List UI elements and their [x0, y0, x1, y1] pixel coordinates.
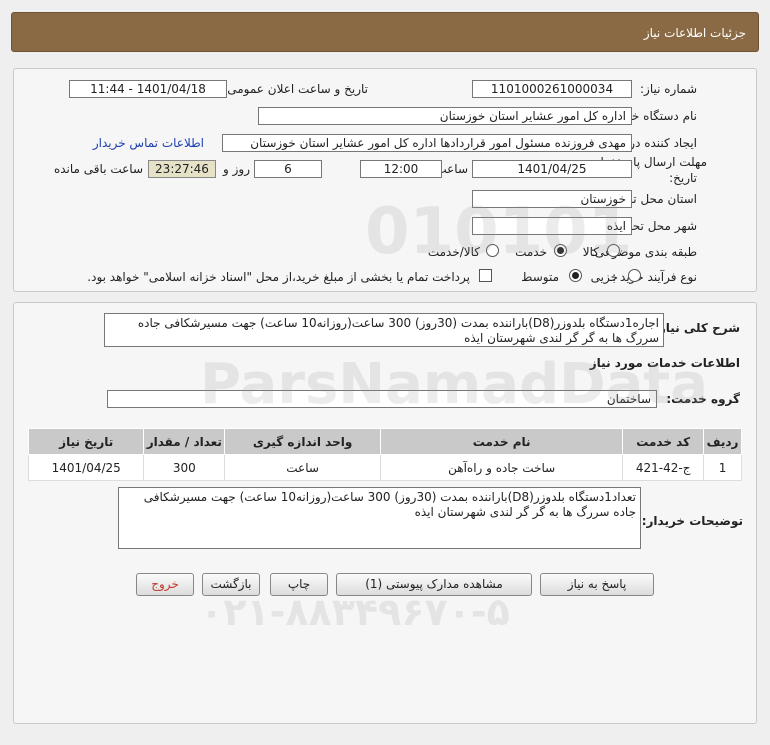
summary-text: اجاره1دستگاه بلدوزر(D8)باراننده بمدت (30…	[104, 313, 664, 347]
cell-row: 1	[703, 454, 742, 481]
need-number-label: شماره نیاز:	[640, 82, 697, 96]
buyer-contact-link[interactable]: اطلاعات تماس خریدار	[93, 136, 204, 150]
page-title: جزئیات اطلاعات نیاز	[643, 26, 746, 40]
days-label: روز و	[223, 162, 250, 176]
service-group-label: گروه خدمت:	[666, 392, 740, 406]
exit-button[interactable]: خروج	[136, 573, 194, 596]
deadline-label-line2: تاریخ:	[669, 171, 697, 185]
remaining-label: ساعت باقی مانده	[53, 162, 143, 176]
col-date: تاریخ نیاز	[27, 428, 145, 455]
cell-qty: 300	[143, 454, 226, 481]
view-attachments-button[interactable]: مشاهده مدارک پیوستی (1)	[336, 573, 532, 596]
city-field: ایذه	[472, 217, 632, 235]
province-field: خوزستان	[472, 190, 632, 208]
creator-field: مهدی فروزنده مسئول امور قراردادها اداره …	[222, 134, 632, 152]
announce-date-field: 1401/04/18 - 11:44	[69, 80, 227, 98]
col-name: نام خدمت	[379, 428, 624, 455]
category-goods-label: کالا	[582, 245, 599, 259]
buyer-notes-label: توضیحات خریدار:	[641, 514, 743, 528]
services-table: ردیف کد خدمت نام خدمت واحد اندازه گیری ت…	[27, 428, 742, 481]
process-medium-label: متوسط	[521, 270, 559, 284]
col-code: کد خدمت	[622, 428, 705, 455]
process-minor-label: جزیی	[590, 270, 618, 284]
need-number-field: 1101000261000034	[472, 80, 632, 98]
process-minor-radio[interactable]	[628, 269, 641, 282]
deadline-date-field: 1401/04/25	[472, 160, 632, 178]
category-goods-radio[interactable]	[607, 244, 620, 257]
col-unit: واحد اندازه گیری	[224, 428, 381, 455]
announce-date-label: تاریخ و ساعت اعلان عمومی:	[223, 82, 368, 96]
process-medium-radio[interactable]	[569, 269, 582, 282]
process-type-label: نوع فرآیند خرید :	[612, 270, 697, 284]
category-service-radio[interactable]	[554, 244, 567, 257]
service-group-field: ساختمان	[107, 390, 657, 408]
table-row: 1 ج-42-421 ساخت جاده و راه‌آهن ساعت 300 …	[27, 454, 742, 481]
buyer-org-field: اداره کل امور عشایر استان خوزستان	[258, 107, 632, 125]
services-section-title: اطلاعات خدمات مورد نیاز	[589, 356, 740, 370]
remaining-time-field: 23:27:46	[148, 160, 216, 178]
category-goods-service-label: کالا/خدمت	[427, 245, 480, 259]
print-button[interactable]: چاپ	[270, 573, 328, 596]
cell-code: ج-42-421	[622, 454, 705, 481]
col-row: ردیف	[703, 428, 742, 455]
reply-button[interactable]: پاسخ به نیاز	[540, 573, 654, 596]
services-table-header: ردیف کد خدمت نام خدمت واحد اندازه گیری ت…	[27, 428, 742, 455]
treasury-payment-checkbox[interactable]	[479, 269, 492, 282]
remaining-days-field: 6	[254, 160, 322, 178]
buyer-notes-text: تعداد1دستگاه بلدوزر(D8)باراننده بمدت (30…	[118, 487, 641, 549]
back-button[interactable]: بازگشت	[202, 573, 260, 596]
cell-name: ساخت جاده و راه‌آهن	[379, 454, 624, 481]
deadline-time-field: 12:00	[360, 160, 442, 178]
cell-unit: ساعت	[224, 454, 381, 481]
treasury-payment-note: پرداخت تمام یا بخشی از مبلغ خرید،از محل …	[87, 270, 470, 284]
summary-label: شرح کلی نیاز:	[654, 321, 740, 335]
category-goods-service-radio[interactable]	[486, 244, 499, 257]
cell-date: 1401/04/25	[27, 454, 145, 481]
col-qty: تعداد / مقدار	[143, 428, 226, 455]
page-header: جزئیات اطلاعات نیاز	[11, 12, 759, 52]
category-service-label: خدمت	[515, 245, 547, 259]
